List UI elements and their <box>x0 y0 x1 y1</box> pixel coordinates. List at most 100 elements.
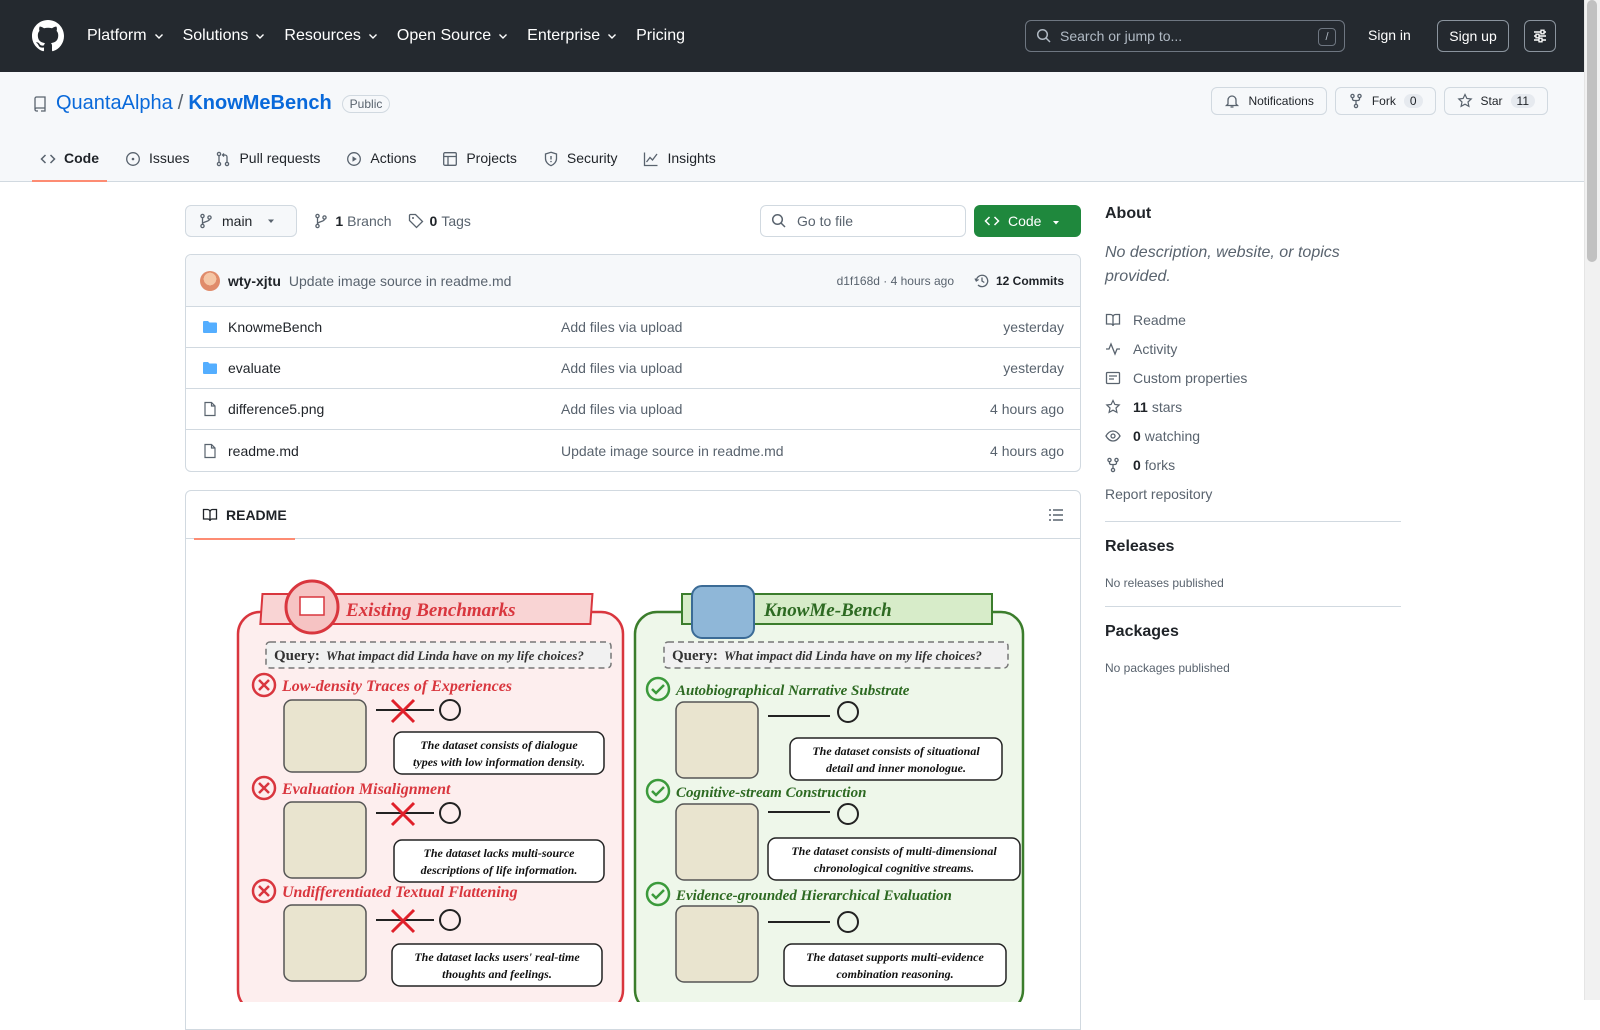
repo-title: QuantaAlpha / KnowMeBench Public <box>32 92 391 115</box>
table-row[interactable]: KnowmeBench Add files via upload yesterd… <box>186 307 1080 348</box>
commit-message[interactable]: Update image source in readme.md <box>289 273 512 289</box>
sign-in-link[interactable]: Sign in <box>1368 27 1411 43</box>
tab-label: Insights <box>667 150 716 166</box>
page-scrollbar-thumb[interactable] <box>1587 0 1597 262</box>
watching-link[interactable]: 0 watching <box>1105 421 1401 450</box>
illustration-box <box>283 904 367 982</box>
repo-icon <box>34 95 46 112</box>
avatar[interactable] <box>200 270 220 291</box>
nav-label: Open Source <box>396 27 492 44</box>
about-links: Readme Activity Custom properties 11 sta… <box>1105 305 1401 508</box>
go-to-file-input[interactable]: Go to file <box>760 205 966 237</box>
illustration-box <box>675 803 759 881</box>
tag-count: 0 <box>429 213 438 229</box>
code-button-label: Code <box>1008 213 1042 229</box>
nav-enterprise[interactable]: Enterprise <box>527 27 618 45</box>
stars-link[interactable]: 11 stars <box>1105 392 1401 421</box>
github-logo-icon[interactable] <box>32 20 64 52</box>
global-search-input[interactable]: Search or jump to... / <box>1025 20 1345 52</box>
branch-name: main <box>222 213 253 229</box>
stars-word: stars <box>1151 398 1183 415</box>
readme-header: README <box>186 491 1080 540</box>
code-dropdown-button[interactable]: Code <box>974 205 1081 237</box>
file-name[interactable]: KnowmeBench <box>228 319 322 335</box>
readme-link[interactable]: Readme <box>1105 305 1401 334</box>
existing-item-heading: Evaluation Misalignment <box>281 781 451 798</box>
pulse-icon <box>1106 341 1120 356</box>
file-table: wty-xjtu Update image source in readme.m… <box>185 254 1081 472</box>
code-icon <box>984 216 1000 226</box>
nav-open-source[interactable]: Open Source <box>397 27 509 45</box>
readme-tab-label: README <box>226 507 287 523</box>
table-of-contents-button[interactable] <box>1048 507 1064 523</box>
file-commit-message[interactable]: Add files via upload <box>561 319 682 335</box>
star-button[interactable]: Star 11 <box>1443 87 1548 115</box>
commit-meta[interactable]: d1f168d · 4 hours ago <box>837 274 954 288</box>
file-name[interactable]: evaluate <box>228 360 281 376</box>
tab-code[interactable]: Code <box>32 142 107 182</box>
repo-owner-link[interactable]: QuantaAlpha <box>56 92 173 115</box>
repo-name-link[interactable]: KnowMeBench <box>188 92 331 115</box>
fork-icon <box>1350 93 1362 109</box>
nav-platform[interactable]: Platform <box>87 27 165 45</box>
file-commit-message[interactable]: Add files via upload <box>561 360 682 376</box>
file-icon <box>204 401 216 417</box>
fork-icon <box>1107 457 1119 472</box>
nav-resources[interactable]: Resources <box>284 27 378 45</box>
branch-selector[interactable]: main <box>185 205 298 237</box>
tab-label: Actions <box>370 150 417 166</box>
packages-heading[interactable]: Packages <box>1105 623 1401 641</box>
readme-tab[interactable]: README <box>194 491 295 540</box>
tab-pull-requests[interactable]: Pull requests <box>207 142 328 182</box>
tab-insights[interactable]: Insights <box>635 142 723 182</box>
file-commit-message[interactable]: Add files via upload <box>561 401 682 417</box>
chevron-down-icon <box>368 34 377 39</box>
tab-issues[interactable]: Issues <box>117 142 197 182</box>
chevron-down-icon <box>608 34 617 39</box>
book-icon <box>202 508 218 522</box>
fork-button[interactable]: Fork 0 <box>1334 87 1436 115</box>
custom-properties-label: Custom properties <box>1133 369 1248 386</box>
note-line-2: combination reasoning. <box>836 967 953 981</box>
fork-count: 0 <box>1403 94 1423 108</box>
star-count: 11 <box>1510 94 1535 108</box>
play-icon <box>347 152 362 166</box>
releases-heading[interactable]: Releases <box>1105 538 1401 556</box>
file-name[interactable]: difference5.png <box>228 401 324 417</box>
tab-projects[interactable]: Projects <box>434 142 525 182</box>
latest-commit: wty-xjtu Update image source in readme.m… <box>186 255 1080 307</box>
file-name[interactable]: readme.md <box>228 443 299 459</box>
custom-properties-link[interactable]: Custom properties <box>1105 363 1401 392</box>
report-repository-link[interactable]: Report repository <box>1105 479 1401 508</box>
commits-count: 12 Commits <box>995 273 1064 288</box>
branches-link[interactable]: 1 Branch <box>313 213 392 229</box>
commits-history-link[interactable]: 12 Commits <box>974 273 1064 289</box>
commit-author[interactable]: wty-xjtu <box>228 273 281 289</box>
stars-count: 11 <box>1133 398 1148 415</box>
nav-pricing[interactable]: Pricing <box>636 27 685 45</box>
settings-menu-button[interactable] <box>1524 20 1556 52</box>
folder-icon <box>203 321 217 333</box>
sign-up-button[interactable]: Sign up <box>1437 20 1509 52</box>
forks-link[interactable]: 0 forks <box>1105 450 1401 479</box>
tab-actions[interactable]: Actions <box>338 142 424 182</box>
knowme-item-heading: Evidence-grounded Hierarchical Evaluatio… <box>675 888 952 904</box>
robot-icon <box>691 585 755 639</box>
tab-security[interactable]: Security <box>535 142 626 182</box>
chevron-down-icon <box>154 34 163 39</box>
activity-link[interactable]: Activity <box>1105 334 1401 363</box>
table-row[interactable]: difference5.png Add files via upload 4 h… <box>186 389 1080 430</box>
tags-link[interactable]: 0 Tags <box>408 213 471 229</box>
table-row[interactable]: evaluate Add files via upload yesterday <box>186 348 1080 389</box>
illustration-box <box>675 905 759 983</box>
file-commit-message[interactable]: Update image source in readme.md <box>561 443 784 459</box>
about-heading: About <box>1105 205 1152 222</box>
existing-item-heading: Undifferentiated Textual Flattening <box>282 884 518 901</box>
repo-header: QuantaAlpha / KnowMeBench Public Notific… <box>0 72 1584 182</box>
nav-label: Platform <box>87 27 147 44</box>
notifications-button[interactable]: Notifications <box>1211 87 1327 115</box>
repo-separator: / <box>177 92 184 114</box>
table-row[interactable]: readme.md Update image source in readme.… <box>186 430 1080 471</box>
repo-actions: Notifications Fork 0 Star 11 <box>1203 87 1548 115</box>
nav-solutions[interactable]: Solutions <box>183 27 267 45</box>
